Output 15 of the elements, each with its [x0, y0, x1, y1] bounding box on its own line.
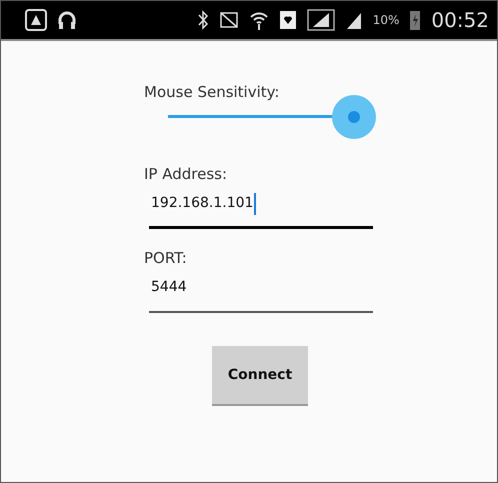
text-field[interactable]: 5444 [149, 277, 373, 313]
sensitivity-label: Mouse Sensitivity: [144, 83, 280, 101]
field-label: IP Address: [144, 165, 228, 183]
battery-icon [409, 9, 422, 31]
signal-icon [306, 9, 335, 31]
slider-thumb[interactable] [332, 95, 376, 139]
headphones-icon [57, 9, 77, 31]
battery-percent: 10% [372, 13, 400, 27]
connect-button[interactable]: Connect [212, 346, 308, 406]
sim-card-icon [278, 9, 297, 31]
field-label: PORT: [144, 249, 187, 267]
app-icon [25, 9, 47, 31]
bluetooth-icon [196, 9, 209, 31]
clock-time: 00:52 [431, 8, 489, 32]
text-field[interactable]: 192.168.1.101 [149, 193, 373, 229]
